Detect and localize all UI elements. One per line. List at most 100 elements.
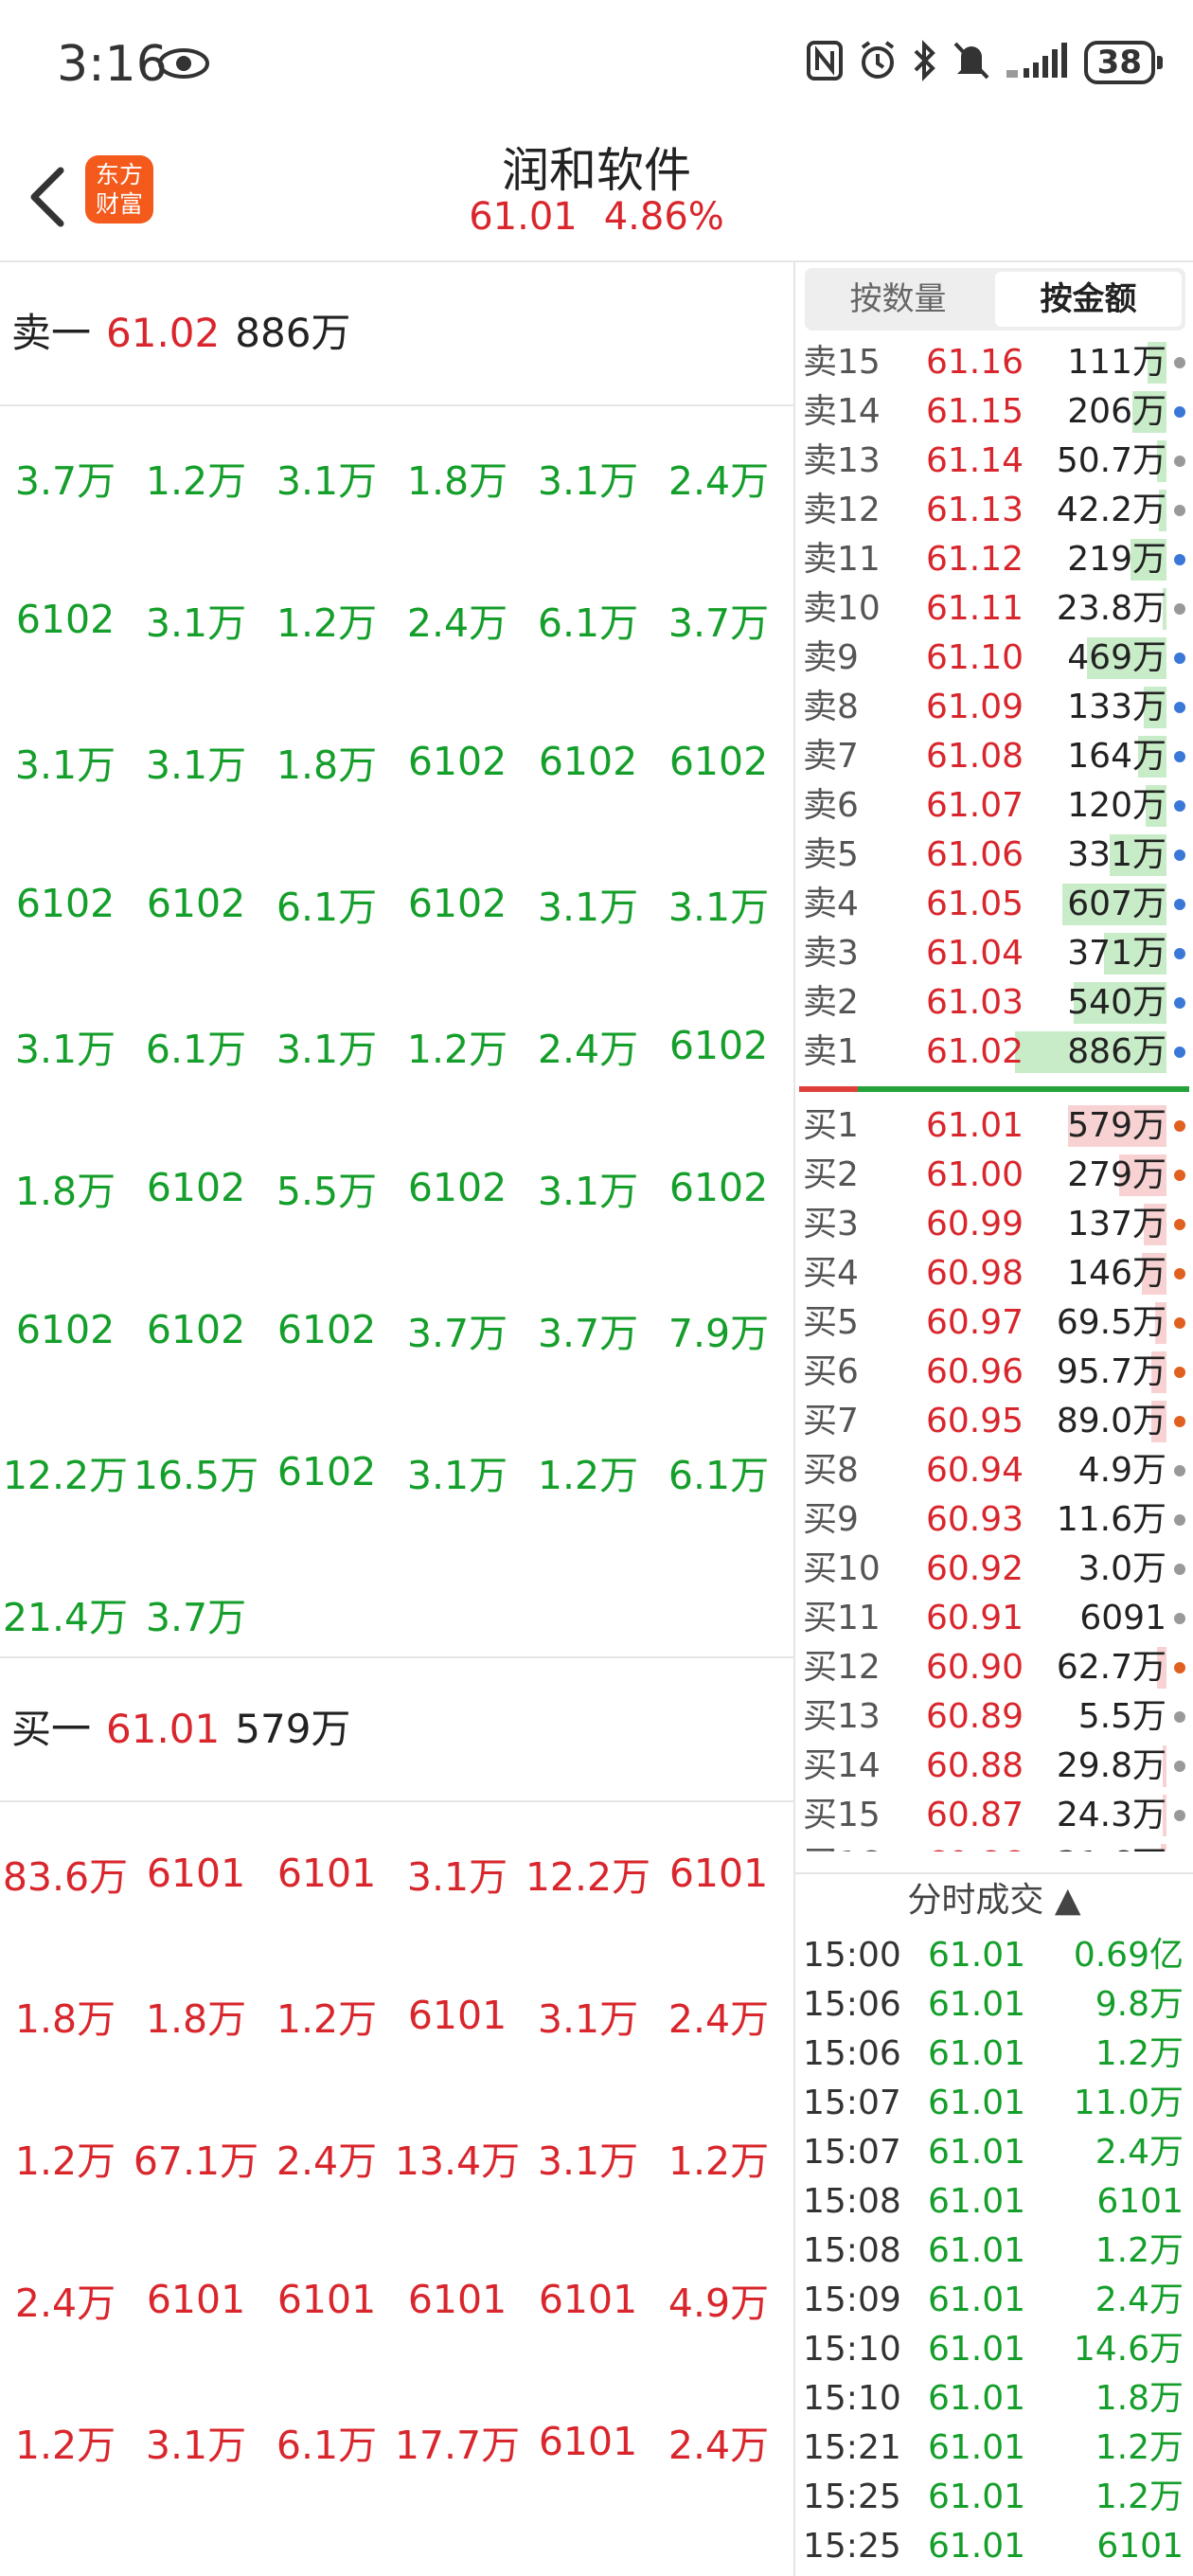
broker-dot-icon [1174, 751, 1185, 762]
level-price: 61.14 [926, 441, 1024, 480]
level-volume: 23.8万 [1056, 589, 1166, 628]
queue-item: 1.8万 [14, 1169, 116, 1214]
bid-row[interactable]: 买8 60.94 4.9万 [795, 1446, 1193, 1495]
bid-row[interactable]: 买13 60.89 5.5万 [795, 1692, 1193, 1742]
level-price: 60.90 [926, 1648, 1024, 1687]
queue-item: 1.2万 [668, 2138, 770, 2184]
queue-item: 3.1万 [668, 885, 770, 930]
level-price: 61.08 [926, 737, 1024, 776]
level-volume: 4.9万 [1077, 1451, 1166, 1490]
ask-row[interactable]: 卖8 61.09 133万 [795, 683, 1193, 732]
ask-row[interactable]: 卖7 61.08 164万 [795, 732, 1193, 781]
tab-by-amount[interactable]: 按金额 [995, 272, 1182, 327]
tick-row: 15:25 61.01 1.2万 [795, 2473, 1193, 2522]
tick-row: 15:00 61.01 0.69亿 [795, 1931, 1193, 1980]
ask-row[interactable]: 卖6 61.07 120万 [795, 781, 1193, 831]
tick-volume: 1.8万 [1095, 2379, 1184, 2418]
queue-item: 3.1万 [14, 742, 116, 788]
ask-row[interactable]: 卖10 61.11 23.8万 [795, 584, 1193, 634]
queue-item: 6102 [276, 1449, 377, 1494]
queue-item: 6102 [668, 1023, 769, 1068]
ask-row[interactable]: 卖11 61.12 219万 [795, 535, 1193, 584]
queue-item: 6101 [538, 2277, 638, 2322]
queue-item: 1.8万 [406, 458, 508, 504]
app-logo[interactable]: 东方 财富 [85, 155, 153, 224]
broker-dot-icon [1174, 357, 1185, 368]
queue-item: 6102 [668, 739, 769, 784]
broker-dot-icon [1174, 1046, 1185, 1058]
ask-row[interactable]: 卖14 61.15 206万 [795, 387, 1193, 437]
tick-price: 61.01 [928, 2330, 1026, 2369]
level-volume: 62.7万 [1056, 1648, 1166, 1687]
level-volume: 219万 [1067, 540, 1166, 579]
tick-time: 15:00 [803, 1936, 901, 1975]
tab-by-quantity[interactable]: 按数量 [805, 268, 991, 331]
level-volume: 11.6万 [1056, 1500, 1166, 1539]
queue-item: 3.1万 [406, 1854, 508, 1900]
level-label: 买9 [803, 1500, 859, 1539]
queue-item: 6102 [407, 739, 507, 784]
broker-dot-icon [1174, 554, 1185, 565]
ask-row[interactable]: 卖15 61.16 111万 [795, 338, 1193, 387]
tick-volume: 2.4万 [1095, 2281, 1184, 2319]
queue-item: 67.1万 [133, 2138, 259, 2184]
tick-volume: 0.69亿 [1073, 1936, 1184, 1975]
queue-item: 6102 [15, 881, 116, 926]
queue-item: 6101 [276, 1851, 377, 1896]
bid-row[interactable]: 买14 60.88 29.8万 [795, 1742, 1193, 1791]
level-volume: 133万 [1067, 688, 1166, 726]
ask-row[interactable]: 卖1 61.02 886万 [795, 1028, 1193, 1077]
level-price: 61.09 [926, 688, 1024, 726]
clock: 3:16 [57, 36, 168, 93]
back-icon[interactable] [21, 159, 78, 235]
bid-row[interactable]: 买11 60.91 6091 [795, 1594, 1193, 1643]
bid-row[interactable]: 买2 61.00 279万 [795, 1151, 1193, 1200]
tick-row: 15:06 61.01 1.2万 [795, 2030, 1193, 2079]
bid-row[interactable]: 买5 60.97 69.5万 [795, 1298, 1193, 1348]
tick-price: 61.01 [928, 2379, 1026, 2418]
broker-dot-icon [1174, 1711, 1185, 1723]
bid-row[interactable]: 买1 61.01 579万 [795, 1101, 1193, 1151]
tick-price: 61.01 [928, 2133, 1026, 2172]
queue-item: 6101 [276, 2277, 377, 2322]
level-label: 买15 [803, 1796, 881, 1834]
tick-time: 15:10 [803, 2379, 901, 2418]
broker-dot-icon [1174, 899, 1185, 910]
ask-row[interactable]: 卖12 61.13 42.2万 [795, 486, 1193, 535]
bid-row[interactable]: 买6 60.96 95.7万 [795, 1348, 1193, 1397]
buy-queue: 83.6万 6101 6101 3.1万 12.2万 6101 1.8万 1.8万 1.2万 61… [0, 1802, 793, 2513]
ask-row[interactable]: 卖4 61.05 607万 [795, 880, 1193, 929]
tick-list[interactable]: 15:00 61.01 0.69亿 15:06 61.01 9.8万 15:06 61.01 1… [795, 1931, 1193, 2571]
level-label: 卖3 [803, 934, 859, 973]
tick-row: 15:25 61.01 6101 [795, 2522, 1193, 2571]
bid-row[interactable]: 买16 60.86 31.6万 [795, 1840, 1193, 1852]
bid-row[interactable]: 买15 60.87 24.3万 [795, 1791, 1193, 1840]
order-book[interactable]: 卖15 61.16 111万 卖14 61.15 206万 卖13 61.14 50.7万 卖12… [795, 338, 1193, 1852]
bid-row[interactable]: 买9 60.93 11.6万 [795, 1495, 1193, 1545]
queue-item: 6.1万 [276, 2423, 378, 2468]
ask-row[interactable]: 卖5 61.06 331万 [795, 831, 1193, 880]
bid-row[interactable]: 买3 60.99 137万 [795, 1200, 1193, 1249]
bid-row[interactable]: 买4 60.98 146万 [795, 1249, 1193, 1298]
level-label: 卖8 [803, 688, 859, 726]
broker-dot-icon [1174, 800, 1185, 812]
queue-item: 6101 [668, 1851, 769, 1896]
tick-time: 15:07 [803, 2133, 901, 2172]
tick-row: 15:06 61.01 9.8万 [795, 1980, 1193, 2030]
broker-dot-icon [1174, 1317, 1185, 1329]
queue-item: 3.1万 [537, 1169, 639, 1214]
ask-row[interactable]: 卖3 61.04 371万 [795, 929, 1193, 978]
level-volume: 111万 [1067, 343, 1166, 382]
ask-row[interactable]: 卖9 61.10 469万 [795, 634, 1193, 683]
ask-row[interactable]: 卖13 61.14 50.7万 [795, 437, 1193, 486]
bid-row[interactable]: 买10 60.92 3.0万 [795, 1545, 1193, 1594]
queue-item: 12.2万 [2, 1453, 129, 1498]
change-percent: 4.86% [603, 195, 724, 239]
bid-row[interactable]: 买7 60.95 89.0万 [795, 1397, 1193, 1446]
tick-price: 61.01 [928, 2281, 1026, 2319]
bid-row[interactable]: 买12 60.90 62.7万 [795, 1643, 1193, 1692]
ask-row[interactable]: 卖2 61.03 540万 [795, 978, 1193, 1028]
ticks-header[interactable]: 分时成交 ▲ [795, 1872, 1193, 1927]
queue-item: 3.7万 [406, 1311, 508, 1356]
queue-item: 2.4万 [668, 458, 770, 504]
